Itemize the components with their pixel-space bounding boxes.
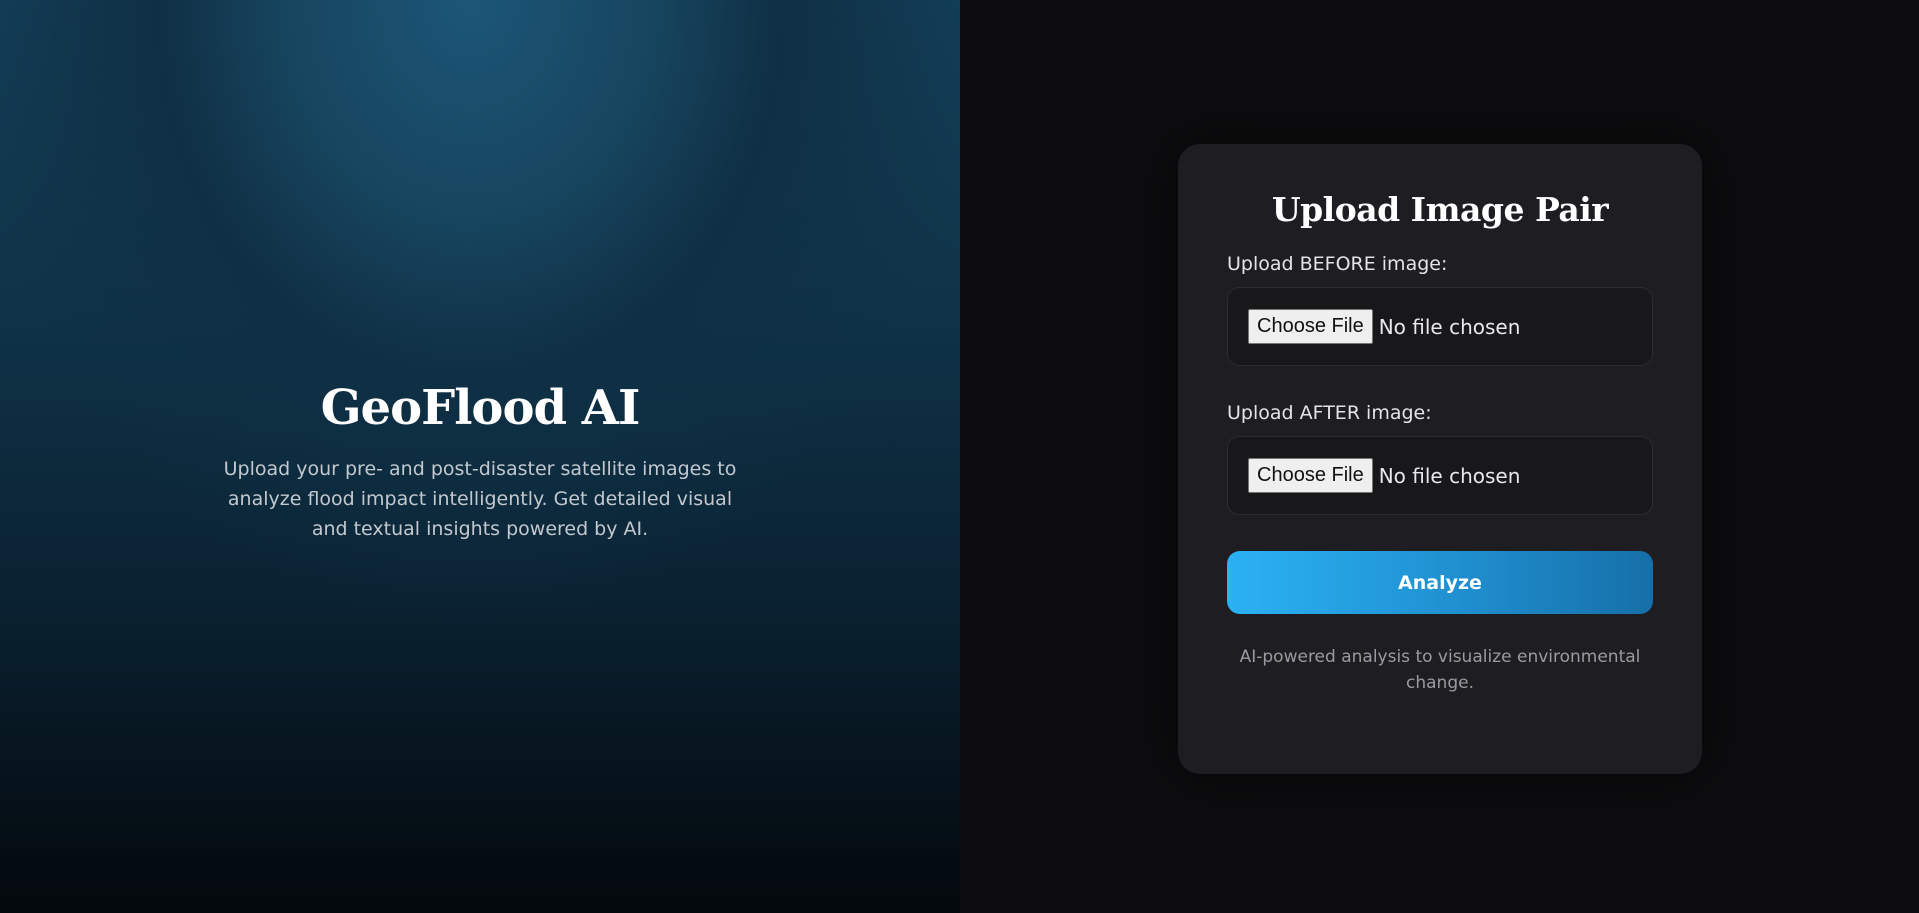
before-file-status: No file chosen [1378,314,1521,339]
analyze-button[interactable]: Analyze [1227,551,1653,614]
hero: GeoFlood AI Upload your pre- and post-di… [220,380,740,544]
footnote: AI-powered analysis to visualize environ… [1239,647,1641,693]
upload-panel: Upload Image Pair Upload BEFORE image: C… [960,0,1919,913]
app-description: Upload your pre- and post-disaster satel… [223,457,737,540]
before-choose-file-button[interactable]: Choose File [1248,309,1373,344]
card-title: Upload Image Pair [1271,190,1609,229]
after-choose-file-button[interactable]: Choose File [1248,458,1373,493]
after-file-input[interactable]: Choose File No file chosen [1227,436,1653,515]
upload-card: Upload Image Pair Upload BEFORE image: C… [1178,144,1702,774]
before-file-input[interactable]: Choose File No file chosen [1227,287,1653,366]
before-image-label: Upload BEFORE image: [1227,253,1448,275]
after-file-status: No file chosen [1378,463,1521,488]
hero-panel: GeoFlood AI Upload your pre- and post-di… [0,0,960,913]
page: GeoFlood AI Upload your pre- and post-di… [0,0,1919,913]
after-image-label: Upload AFTER image: [1227,402,1432,424]
app-title: GeoFlood AI [320,379,641,436]
